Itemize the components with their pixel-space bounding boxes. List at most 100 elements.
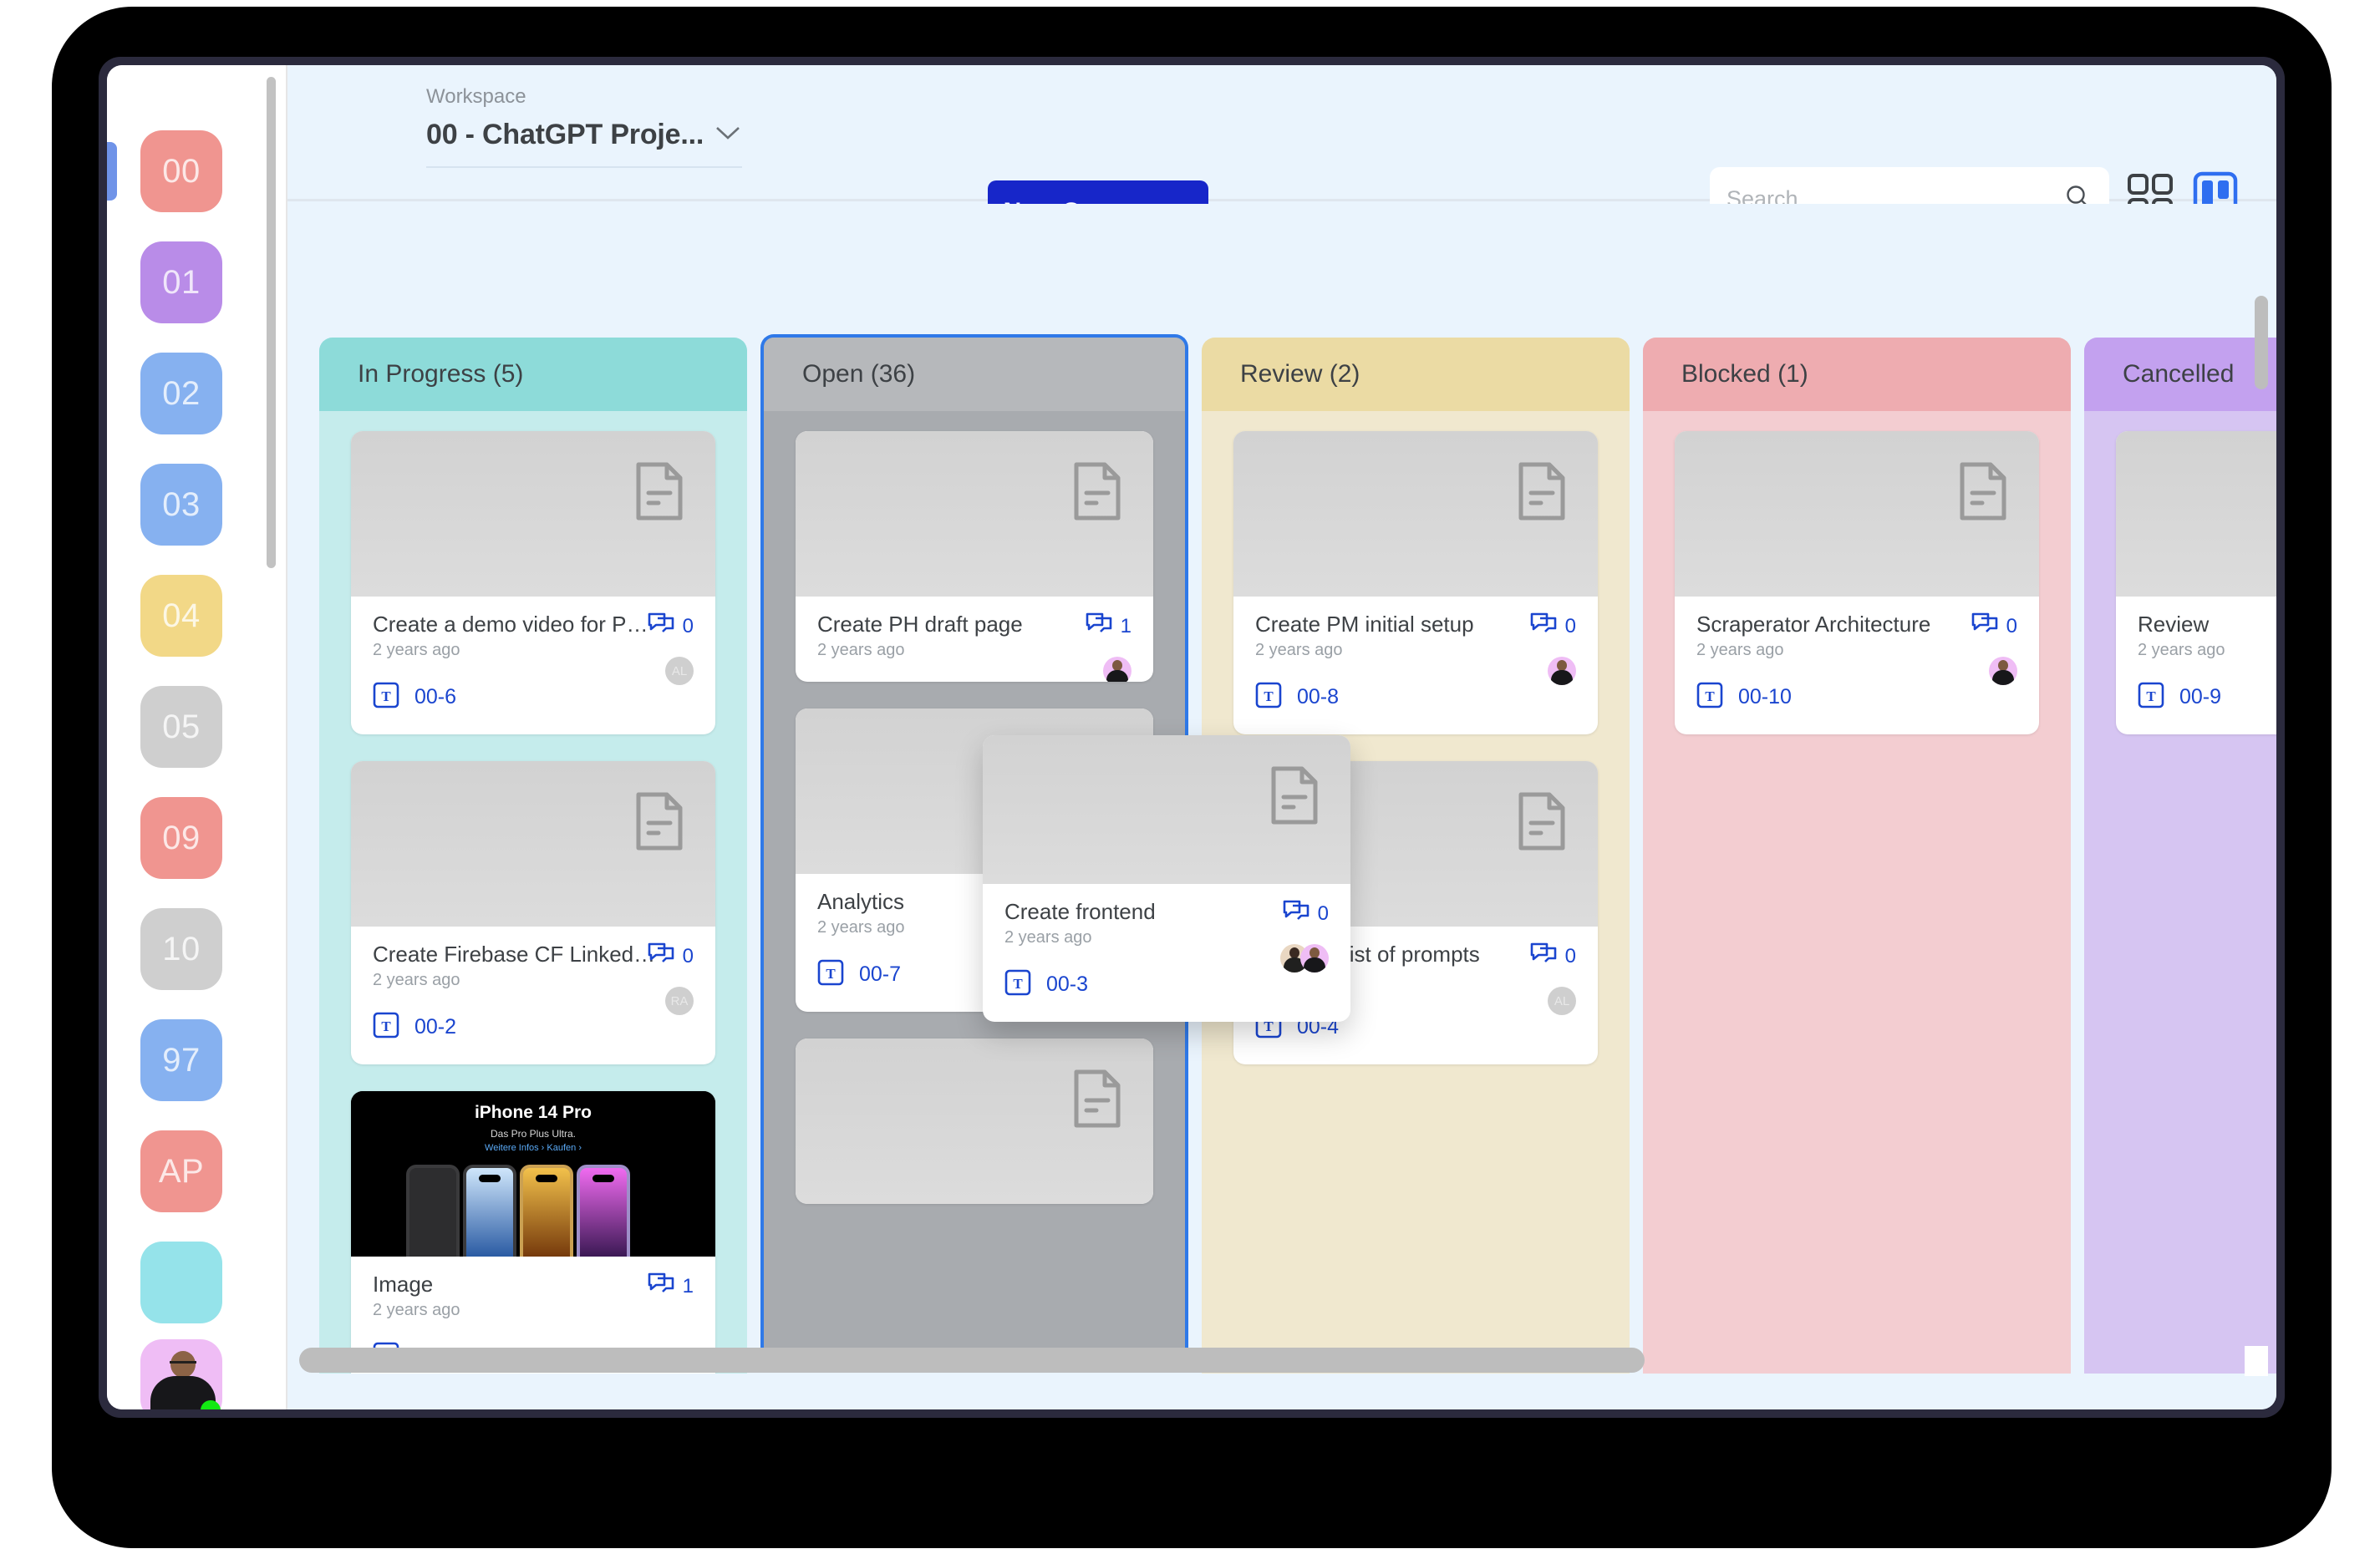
- card-assignees: RA: [665, 987, 694, 1015]
- kanban-card[interactable]: Create PH draft page 2 years ago 1: [796, 431, 1153, 682]
- kanban-card[interactable]: Create a demo video for PH la... 2 years …: [351, 431, 715, 734]
- card-footer: T 00-6: [373, 682, 694, 713]
- workspace-picker[interactable]: Workspace 00 - ChatGPT Proje...: [426, 85, 742, 168]
- card-reference[interactable]: 00-7: [859, 962, 901, 987]
- card-comment-count[interactable]: 0: [1530, 612, 1576, 641]
- kanban-card[interactable]: Scraperator Architecture 2 years ago 0 T 00-…: [1675, 431, 2039, 734]
- document-icon: [633, 791, 685, 856]
- card-timestamp: 2 years ago: [373, 1301, 460, 1319]
- card-comment-count[interactable]: 1: [648, 1272, 694, 1301]
- card-info: Create PH draft page 2 years ago 1: [796, 597, 1153, 682]
- card-thumbnail: [796, 431, 1153, 597]
- card-title: Create a demo video for PH la...: [373, 612, 657, 637]
- sidebar-item-label: 97: [162, 1041, 201, 1079]
- card-reference[interactable]: 00-3: [1046, 973, 1088, 997]
- card-comment-count[interactable]: 0: [1283, 899, 1329, 928]
- card-reference[interactable]: 00-9: [2179, 685, 2221, 709]
- kanban-card[interactable]: [796, 1039, 1153, 1204]
- kanban-card[interactable]: Create Firebase CF LinkedIn p... 2 years …: [351, 761, 715, 1064]
- document-icon: [1071, 1069, 1123, 1133]
- assignee-avatar: [1103, 657, 1132, 682]
- card-footer: T 00-9: [2138, 682, 2276, 713]
- avatar-glasses-icon: [170, 1361, 196, 1367]
- card-reference[interactable]: 00-2: [414, 1015, 456, 1039]
- card-title: Review: [2138, 612, 2210, 637]
- svg-text:T: T: [2146, 688, 2156, 704]
- card-title: Create Firebase CF LinkedIn p...: [373, 942, 657, 967]
- dragged-card[interactable]: Create frontend 2 years ago 0 T 00-3: [983, 735, 1350, 1022]
- svg-text:T: T: [1013, 976, 1023, 992]
- card-assignees: [1548, 657, 1576, 685]
- card-assignees: [1989, 657, 2017, 685]
- comment-count-value: 0: [1317, 901, 1329, 925]
- card-reference[interactable]: 00-10: [1738, 685, 1792, 709]
- kanban-card[interactable]: iPhone 14 Pro Das Pro Plus Ultra. Weitere …: [351, 1091, 715, 1374]
- sidebar-item-label: 05: [162, 708, 201, 745]
- text-doc-icon: T: [817, 959, 844, 990]
- column-card-list: Scraperator Architecture 2 years ago 0 T 00-…: [1643, 411, 2071, 734]
- svg-text:T: T: [381, 1018, 391, 1034]
- text-doc-icon: T: [1255, 682, 1282, 713]
- sidebar-item-04[interactable]: 04: [140, 575, 222, 657]
- card-assignees: AL: [665, 657, 694, 685]
- board-horizontal-scrollbar-thumb[interactable]: [299, 1348, 1645, 1373]
- assignee-avatar: AL: [665, 657, 694, 685]
- workspace-picker-label: Workspace: [426, 85, 526, 108]
- card-comment-count[interactable]: 0: [1530, 942, 1576, 971]
- svg-text:T: T: [826, 966, 836, 982]
- sidebar-item-97[interactable]: 97: [140, 1019, 222, 1101]
- card-reference[interactable]: 00-8: [1297, 685, 1339, 709]
- sidebar-item-09[interactable]: 09: [140, 797, 222, 879]
- document-icon: [633, 461, 685, 526]
- column-header: Blocked (1): [1643, 338, 2071, 411]
- kanban-column[interactable]: In Progress (5) Create a demo video for P…: [319, 338, 747, 1374]
- svg-text:T: T: [381, 688, 391, 704]
- kanban-column[interactable]: Cancelled Review 2 years ago T 00-9: [2084, 338, 2276, 1374]
- comment-icon: [1283, 899, 1310, 928]
- card-comment-count[interactable]: 0: [648, 612, 694, 641]
- comment-count-value: 0: [2006, 614, 2017, 637]
- scrollbar-corner: [2245, 1346, 2268, 1376]
- kanban-column[interactable]: Blocked (1) Scraperator Architecture 2 yea…: [1643, 338, 2071, 1374]
- card-timestamp: 2 years ago: [373, 641, 460, 659]
- kanban-card[interactable]: Create PM initial setup 2 years ago 0 T 00-8: [1233, 431, 1598, 734]
- comment-count-value: 1: [682, 1274, 694, 1298]
- svg-text:T: T: [1705, 688, 1715, 704]
- sidebar-item-01[interactable]: 01: [140, 241, 222, 323]
- sidebar-scrollbar-thumb[interactable]: [267, 77, 276, 568]
- kanban-board: In Progress (5) Create a demo video for P…: [287, 204, 2276, 1409]
- workspace-picker-value: 00 - ChatGPT Proje...: [426, 119, 704, 150]
- user-avatar[interactable]: [140, 1339, 222, 1409]
- sidebar-item-partial[interactable]: [140, 1242, 222, 1323]
- comment-count-value: 1: [1120, 614, 1132, 637]
- card-comment-count[interactable]: 0: [648, 942, 694, 971]
- card-info: Create PM initial setup 2 years ago 0 T 00-8: [1233, 597, 1598, 734]
- chevron-down-icon: [714, 124, 742, 145]
- comment-icon: [1086, 612, 1112, 641]
- column-header: In Progress (5): [319, 338, 747, 411]
- card-timestamp: 2 years ago: [2138, 641, 2225, 659]
- card-thumbnail: [351, 761, 715, 927]
- card-reference[interactable]: 00-6: [414, 685, 456, 709]
- sidebar-item-03[interactable]: 03: [140, 464, 222, 546]
- sidebar-item-02[interactable]: 02: [140, 353, 222, 434]
- text-doc-icon: T: [373, 1012, 399, 1043]
- kanban-card[interactable]: Review 2 years ago T 00-9: [2116, 431, 2276, 734]
- card-thumbnail: [796, 1039, 1153, 1204]
- sidebar-item-05[interactable]: 05: [140, 686, 222, 768]
- card-comment-count[interactable]: 0: [1971, 612, 2017, 641]
- sidebar-item-10[interactable]: 10: [140, 908, 222, 990]
- iphone-promo-art: iPhone 14 Pro Das Pro Plus Ultra. Weitere …: [351, 1091, 715, 1257]
- sidebar-item-ap[interactable]: AP: [140, 1130, 222, 1212]
- column-header: Review (2): [1202, 338, 1630, 411]
- iphone-headline: iPhone 14 Pro: [474, 1103, 592, 1122]
- column-header: Cancelled: [2084, 338, 2276, 411]
- comment-icon: [648, 1272, 674, 1301]
- board-vertical-scrollbar-thumb[interactable]: [2255, 296, 2268, 389]
- column-title: In Progress (5): [358, 360, 524, 388]
- sidebar-item-00[interactable]: 00: [140, 130, 222, 212]
- card-comment-count[interactable]: 1: [1086, 612, 1132, 641]
- card-timestamp: 2 years ago: [1255, 641, 1343, 659]
- text-doc-icon: T: [1004, 969, 1031, 1000]
- card-thumbnail: [351, 431, 715, 597]
